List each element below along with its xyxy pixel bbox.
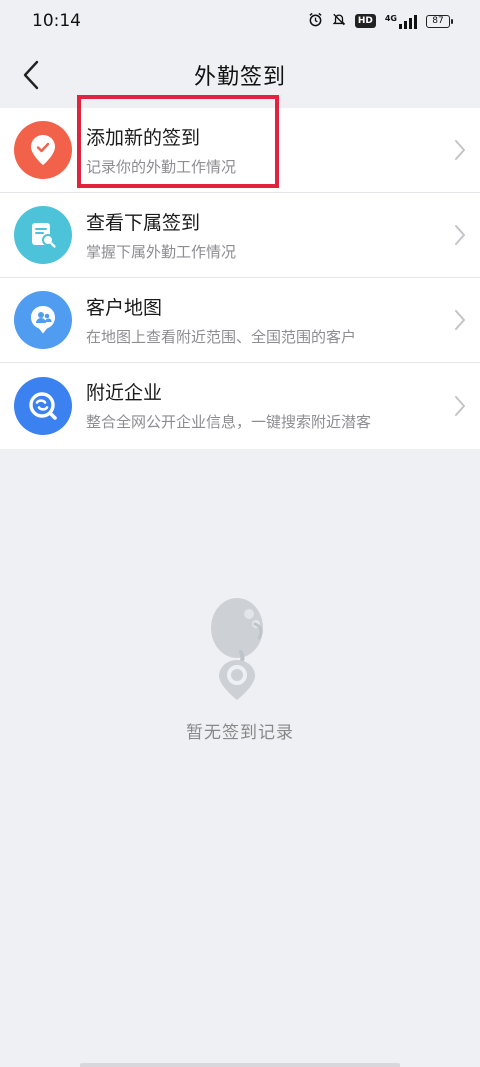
navigation-bar: 外勤签到 — [0, 42, 480, 108]
menu-item-text: 客户地图 在地图上查看附近范围、全国范围的客户 — [86, 295, 356, 347]
menu-item-title: 添加新的签到 — [86, 127, 201, 149]
status-time: 10:14 — [32, 11, 81, 31]
location-check-icon — [14, 121, 72, 179]
menu-item-text: 添加新的签到 记录你的外勤工作情况 — [86, 125, 236, 177]
chevron-right-icon — [455, 225, 465, 245]
menu-item-subtitle: 记录你的外勤工作情况 — [86, 158, 237, 176]
menu-item-customer-map[interactable]: 客户地图 在地图上查看附近范围、全国范围的客户 — [0, 278, 480, 363]
menu-list: 添加新的签到 记录你的外勤工作情况 查看下属签到 掌握下属外勤工作情况 客户地图… — [0, 108, 480, 449]
chevron-left-icon — [23, 60, 39, 90]
chevron-right-icon — [455, 310, 465, 330]
4g-signal-icon: 4G — [385, 14, 417, 29]
status-icons: HD 4G 87 — [308, 12, 453, 30]
enterprise-search-icon — [14, 377, 72, 435]
customer-map-icon — [14, 291, 72, 349]
hd-icon: HD — [354, 14, 376, 28]
alarm-icon — [308, 12, 323, 30]
menu-item-text: 附近企业 整合全网公开企业信息，一键搜索附近潜客 — [86, 380, 371, 432]
mascot-location-icon — [211, 598, 263, 700]
menu-item-subtitle: 整合全网公开企业信息，一键搜索附近潜客 — [86, 413, 372, 431]
menu-item-title: 附近企业 — [86, 382, 163, 404]
empty-state: 暂无签到记录 — [0, 590, 480, 743]
chevron-right-icon — [455, 396, 465, 416]
menu-item-title: 查看下属签到 — [86, 212, 201, 234]
page-title: 外勤签到 — [193, 65, 286, 90]
document-search-icon — [14, 206, 72, 264]
menu-item-title: 客户地图 — [86, 297, 163, 319]
mute-icon — [332, 12, 346, 30]
home-indicator[interactable] — [80, 1063, 400, 1067]
status-bar: 10:14 HD 4G 87 — [0, 0, 480, 42]
menu-item-text: 查看下属签到 掌握下属外勤工作情况 — [86, 210, 236, 262]
menu-item-add-checkin[interactable]: 添加新的签到 记录你的外勤工作情况 — [0, 108, 480, 193]
menu-item-subtitle: 掌握下属外勤工作情况 — [86, 243, 237, 261]
battery-icon: 87 — [426, 14, 453, 28]
menu-item-nearby-enterprises[interactable]: 附近企业 整合全网公开企业信息，一键搜索附近潜客 — [0, 363, 480, 449]
back-button[interactable] — [16, 56, 46, 94]
chevron-right-icon — [455, 140, 465, 160]
menu-item-subordinate-checkin[interactable]: 查看下属签到 掌握下属外勤工作情况 — [0, 193, 480, 278]
menu-item-subtitle: 在地图上查看附近范围、全国范围的客户 — [86, 328, 357, 346]
battery-level: 87 — [432, 16, 444, 26]
empty-state-text: 暂无签到记录 — [186, 723, 294, 743]
